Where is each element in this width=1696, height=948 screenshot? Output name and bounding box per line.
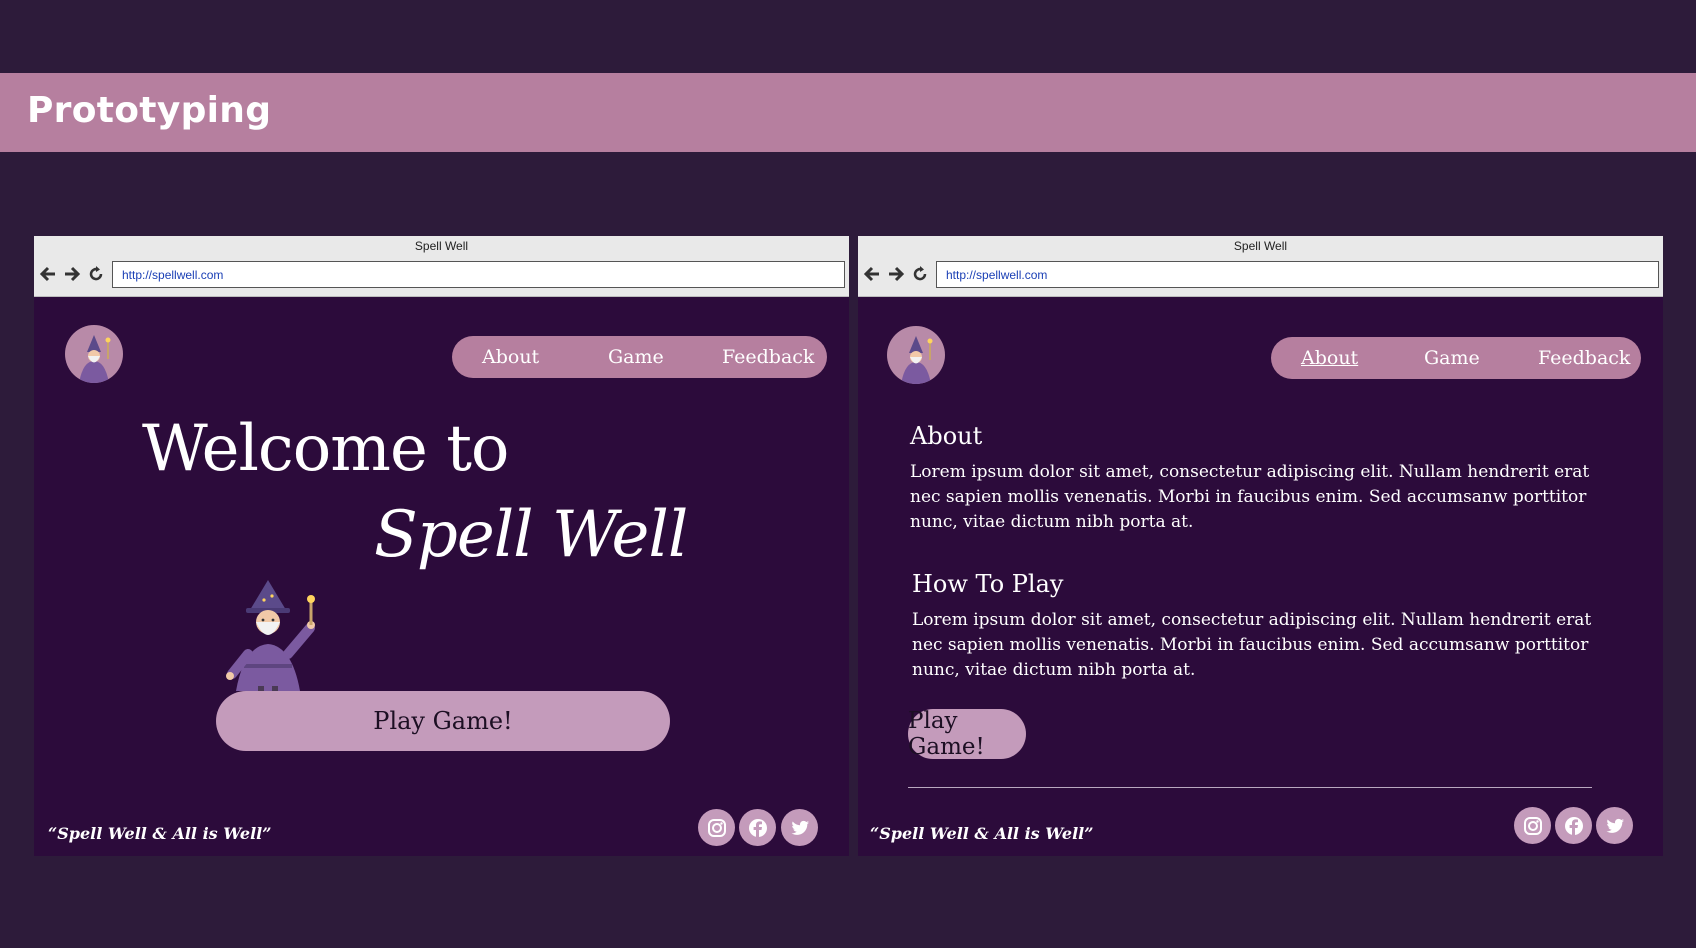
reload-icon[interactable] bbox=[910, 264, 930, 284]
brand-name: Spell Well bbox=[374, 498, 688, 572]
slide-title: Prototyping bbox=[27, 90, 272, 131]
nav-item-game[interactable]: Game bbox=[608, 346, 664, 368]
nav-bar: About Game Feedback bbox=[1271, 337, 1641, 379]
play-game-button[interactable]: Play Game! bbox=[216, 691, 670, 751]
window-title: Spell Well bbox=[1233, 239, 1288, 253]
browser-chrome: Spell Well http://spellwell.com bbox=[34, 236, 849, 297]
facebook-icon[interactable] bbox=[739, 809, 776, 846]
nav-item-feedback[interactable]: Feedback bbox=[1538, 347, 1630, 369]
address-bar[interactable]: http://spellwell.com bbox=[936, 261, 1659, 288]
wizard-logo-icon bbox=[79, 335, 111, 383]
instagram-icon[interactable] bbox=[1514, 807, 1551, 844]
footer-divider bbox=[908, 787, 1592, 788]
title-banner: Prototyping bbox=[0, 73, 1696, 152]
twitter-icon[interactable] bbox=[781, 809, 818, 846]
window-title: Spell Well bbox=[414, 239, 469, 253]
play-game-button[interactable]: Play Game! bbox=[908, 708, 1026, 760]
browser-nav-buttons bbox=[862, 263, 930, 285]
nav-bar: About Game Feedback bbox=[452, 336, 827, 378]
back-arrow-icon[interactable] bbox=[38, 264, 58, 284]
wizard-illustration bbox=[226, 580, 315, 693]
logo-avatar[interactable] bbox=[887, 326, 945, 384]
about-heading: About bbox=[910, 422, 983, 450]
browser-nav-buttons bbox=[38, 263, 106, 285]
reload-icon[interactable] bbox=[86, 264, 106, 284]
forward-arrow-icon[interactable] bbox=[886, 264, 906, 284]
wizard-logo-icon bbox=[901, 336, 933, 384]
instagram-icon[interactable] bbox=[698, 809, 735, 846]
browser-chrome: Spell Well http://spellwell.com bbox=[858, 236, 1663, 297]
nav-item-about[interactable]: About bbox=[482, 346, 539, 368]
footer-motto: “Spell Well & All is Well” bbox=[48, 824, 272, 843]
nav-item-game[interactable]: Game bbox=[1424, 347, 1480, 369]
address-bar[interactable]: http://spellwell.com bbox=[112, 261, 845, 288]
nav-item-about-active[interactable]: About bbox=[1301, 347, 1358, 369]
back-arrow-icon[interactable] bbox=[862, 264, 882, 284]
forward-arrow-icon[interactable] bbox=[62, 264, 82, 284]
browser-window-about: Spell Well http://spellwell.com About Ga… bbox=[858, 236, 1663, 856]
how-to-play-heading: How To Play bbox=[912, 570, 1064, 598]
twitter-icon[interactable] bbox=[1596, 807, 1633, 844]
footer-motto: “Spell Well & All is Well” bbox=[870, 824, 1094, 843]
welcome-heading: Welcome to bbox=[142, 412, 509, 486]
browser-window-home: Spell Well http://spellwell.com About Ga… bbox=[34, 236, 849, 856]
facebook-icon[interactable] bbox=[1555, 807, 1592, 844]
about-text: Lorem ipsum dolor sit amet, consectetur … bbox=[910, 462, 1590, 532]
how-to-play-text: Lorem ipsum dolor sit amet, consectetur … bbox=[912, 610, 1592, 680]
logo-avatar[interactable] bbox=[65, 325, 123, 383]
nav-item-feedback[interactable]: Feedback bbox=[722, 346, 814, 368]
